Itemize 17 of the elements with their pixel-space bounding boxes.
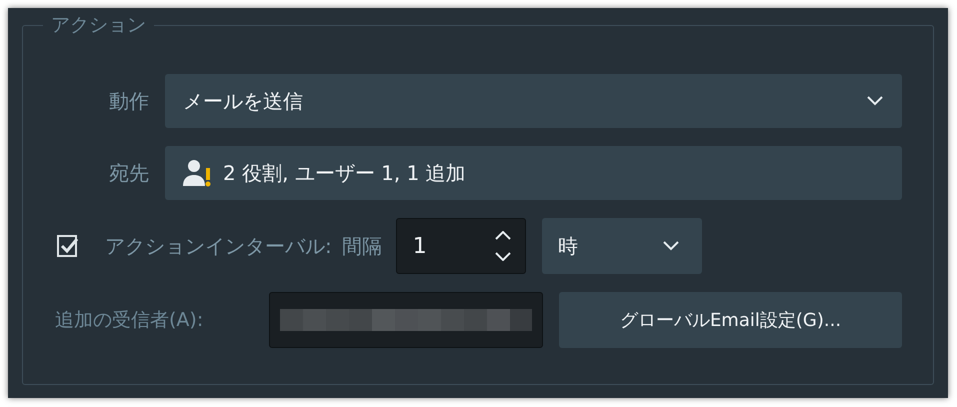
interval-sublabel: 間隔 (342, 232, 382, 260)
additional-recipients-label: 追加の受信者(A): (55, 308, 204, 333)
checkbox[interactable] (57, 235, 79, 257)
chevron-down-icon (866, 96, 884, 106)
interval-spinbox[interactable]: 1 (396, 218, 526, 274)
global-email-settings-button[interactable]: グローバルEmail設定(G)... (559, 292, 902, 348)
recipients-value: 2 役割, ユーザー 1, 1 追加 (223, 160, 467, 186)
field-label: 宛先 (108, 160, 150, 186)
interval-label: アクションインターバル: (105, 232, 332, 260)
chevron-up-icon[interactable] (494, 231, 511, 240)
chevron-down-icon[interactable] (494, 252, 511, 261)
unit-dropdown[interactable]: 時 (542, 218, 702, 274)
recipients-input-field[interactable] (269, 292, 543, 348)
recipients-field[interactable]: 2 役割, ユーザー 1, 1 追加 (165, 146, 902, 200)
field-label: 動作 (108, 88, 150, 114)
action-dropdown[interactable]: メールを送信 (165, 74, 902, 128)
chevron-down-icon (662, 241, 680, 251)
